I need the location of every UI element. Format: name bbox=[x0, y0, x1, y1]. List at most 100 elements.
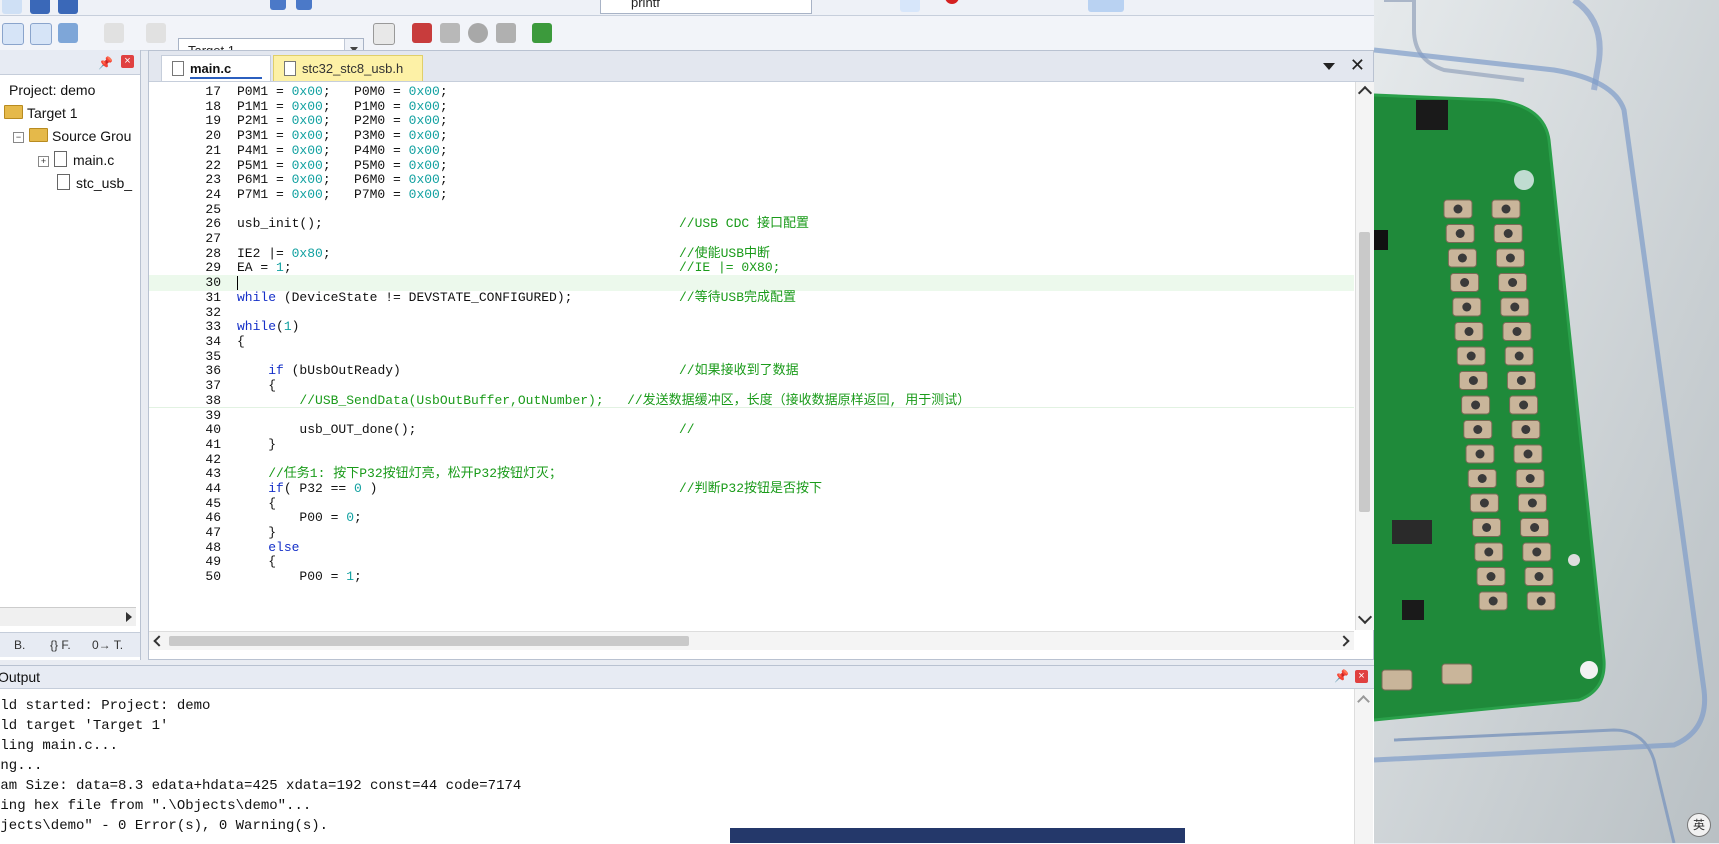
code-line[interactable]: 41 } bbox=[149, 437, 1354, 453]
collapse-icon[interactable]: − bbox=[13, 132, 24, 143]
tree-source-group[interactable]: − Source Grou bbox=[13, 128, 131, 144]
editor-vertical-scrollbar[interactable] bbox=[1355, 82, 1374, 630]
active-tab-indicator bbox=[190, 77, 262, 79]
undo-icon[interactable] bbox=[270, 0, 286, 10]
target-options-icon[interactable] bbox=[373, 23, 395, 45]
code-line[interactable]: 37 { bbox=[149, 378, 1354, 394]
scroll-down-icon[interactable] bbox=[1357, 609, 1373, 625]
code-line[interactable]: 38 //USB_SendData(UsbOutBuffer,OutNumber… bbox=[149, 393, 1354, 409]
tab-books[interactable]: B. bbox=[14, 638, 25, 652]
scroll-right-icon[interactable] bbox=[1338, 635, 1350, 647]
code-line[interactable]: 44 if( P32 == 0 ) //判断P32按钮是否按下 bbox=[149, 481, 1354, 497]
manage-packs-icon[interactable] bbox=[468, 23, 488, 43]
manage-components-icon[interactable] bbox=[412, 23, 432, 43]
expand-icon[interactable]: + bbox=[38, 156, 49, 167]
load-icon[interactable] bbox=[146, 23, 166, 43]
tab-label: main.c bbox=[190, 61, 232, 76]
code-line[interactable]: 20 P3M1 = 0x00; P3M0 = 0x00; bbox=[149, 128, 1354, 144]
code-line[interactable]: 23 P6M1 = 0x00; P6M0 = 0x00; bbox=[149, 172, 1354, 188]
scroll-up-icon[interactable] bbox=[1357, 695, 1370, 708]
code-line[interactable]: 30 bbox=[149, 275, 1354, 292]
tab-usb-header[interactable]: stc32_stc8_usb.h bbox=[273, 55, 423, 81]
open-file-icon[interactable] bbox=[2, 0, 22, 14]
close-editor-icon[interactable]: ✕ bbox=[1350, 55, 1365, 76]
code-area[interactable]: 17 P0M1 = 0x00; P0M0 = 0x00; 18 P1M1 = 0x00… bbox=[149, 82, 1354, 630]
save-all-icon[interactable] bbox=[58, 0, 78, 14]
build-icon[interactable] bbox=[30, 23, 52, 45]
editor-tabbar: main.c stc32_stc8_usb.h ✕ bbox=[149, 51, 1373, 82]
code-line[interactable]: 26 usb_init(); //USB CDC 接口配置 bbox=[149, 216, 1354, 232]
code-line[interactable]: 29 EA = 1; //IE |= 0X80; bbox=[149, 260, 1354, 276]
tree-file-main[interactable]: + main.c bbox=[38, 151, 114, 168]
code-line[interactable]: 40 usb_OUT_done(); // bbox=[149, 422, 1354, 438]
batch-build-icon[interactable] bbox=[104, 23, 124, 43]
code-line[interactable]: 31 while (DeviceState != DEVSTATE_CONFIGU… bbox=[149, 290, 1354, 306]
scroll-right-icon[interactable] bbox=[126, 612, 132, 622]
find-combo[interactable]: printf bbox=[600, 0, 812, 14]
tact-switch-cap bbox=[1525, 474, 1535, 483]
ime-indicator[interactable]: 英 bbox=[1687, 813, 1711, 837]
debug-icon[interactable] bbox=[900, 0, 920, 12]
code-line[interactable]: 46 P00 = 0; bbox=[149, 510, 1354, 526]
code-line[interactable]: 45 { bbox=[149, 496, 1354, 512]
tree-project-root[interactable]: Project: demo bbox=[9, 82, 95, 98]
code-line[interactable]: 24 P7M1 = 0x00; P7M0 = 0x00; bbox=[149, 187, 1354, 203]
c-file-icon bbox=[57, 174, 70, 190]
code-line[interactable]: 49 { bbox=[149, 554, 1354, 570]
save-icon[interactable] bbox=[30, 0, 50, 14]
pin-icon[interactable]: 📌 bbox=[98, 56, 113, 70]
window-layout-icon[interactable] bbox=[1088, 0, 1124, 12]
tab-functions[interactable]: {} F. bbox=[50, 638, 71, 652]
text-caret bbox=[237, 276, 238, 291]
code-line[interactable]: 43 //任务1: 按下P32按钮灯亮，松开P32按钮灯灭； bbox=[149, 466, 1354, 482]
code-line[interactable]: 18 P1M1 = 0x00; P1M0 = 0x00; bbox=[149, 99, 1354, 115]
tree-file-usb[interactable]: stc_usb_ bbox=[57, 174, 132, 191]
scroll-up-icon[interactable] bbox=[1357, 85, 1373, 101]
tact-switch-cap bbox=[1536, 596, 1546, 606]
rebuild-icon[interactable] bbox=[58, 23, 78, 43]
code-comment: //等待USB完成配置 bbox=[679, 289, 797, 305]
breakpoint-icon[interactable] bbox=[945, 0, 959, 4]
code-line[interactable]: 22 P5M1 = 0x00; P5M0 = 0x00; bbox=[149, 158, 1354, 174]
code-line[interactable]: 34 { bbox=[149, 334, 1354, 350]
code-line[interactable]: 32 bbox=[149, 305, 1354, 321]
log-line: iling main.c... bbox=[0, 738, 119, 754]
output-header: Output 📌 × bbox=[0, 666, 1374, 689]
code-line[interactable]: 28 IE2 |= 0x80; //使能USB中断 bbox=[149, 246, 1354, 262]
tab-list-dropdown-icon[interactable] bbox=[1323, 63, 1335, 70]
tact-switch-cap bbox=[1471, 400, 1481, 410]
pin-icon[interactable]: 📌 bbox=[1334, 669, 1349, 683]
code-line[interactable]: 27 bbox=[149, 231, 1354, 247]
tact-switch-cap bbox=[1514, 351, 1524, 361]
select-software-icon[interactable] bbox=[496, 23, 516, 43]
line-number: 32 bbox=[205, 304, 221, 320]
code-comment: //使能USB中断 bbox=[679, 245, 771, 261]
line-number: 25 bbox=[205, 201, 221, 217]
close-icon[interactable]: × bbox=[1355, 670, 1368, 683]
code-line[interactable]: 50 P00 = 1; bbox=[149, 569, 1354, 585]
tab-templates[interactable]: 0→ T. bbox=[92, 638, 123, 652]
project-horizontal-scrollbar[interactable] bbox=[0, 607, 136, 626]
editor-horizontal-scrollbar[interactable] bbox=[149, 631, 1354, 650]
tact-switch-cap bbox=[1530, 523, 1540, 532]
code-line[interactable]: 21 P4M1 = 0x00; P4M0 = 0x00; bbox=[149, 143, 1354, 159]
tree-target[interactable]: Target 1 bbox=[4, 105, 78, 121]
scroll-thumb[interactable] bbox=[169, 636, 689, 646]
redo-icon[interactable] bbox=[296, 0, 312, 10]
translate-icon[interactable] bbox=[2, 23, 24, 45]
tab-main-c[interactable]: main.c bbox=[161, 55, 271, 81]
scroll-left-icon[interactable] bbox=[153, 635, 165, 647]
close-icon[interactable]: × bbox=[121, 55, 134, 68]
code-line[interactable]: 36 if (bUsbOutReady) //如果接收到了数据 bbox=[149, 363, 1354, 379]
code-line[interactable]: 47 } bbox=[149, 525, 1354, 541]
code-comment: //IE |= 0X80; bbox=[679, 260, 781, 276]
scroll-thumb[interactable] bbox=[1359, 232, 1370, 512]
tact-switch-cap bbox=[1462, 302, 1472, 312]
code-line[interactable]: 33 while(1) bbox=[149, 319, 1354, 335]
code-line[interactable]: 17 P0M1 = 0x00; P0M0 = 0x00; bbox=[149, 84, 1354, 100]
code-line[interactable]: 19 P2M1 = 0x00; P2M0 = 0x00; bbox=[149, 113, 1354, 129]
run-time-env-icon[interactable] bbox=[532, 23, 552, 43]
code-line[interactable]: 48 else bbox=[149, 540, 1354, 556]
output-vertical-scrollbar[interactable] bbox=[1354, 689, 1373, 844]
file-extensions-icon[interactable] bbox=[440, 23, 460, 43]
